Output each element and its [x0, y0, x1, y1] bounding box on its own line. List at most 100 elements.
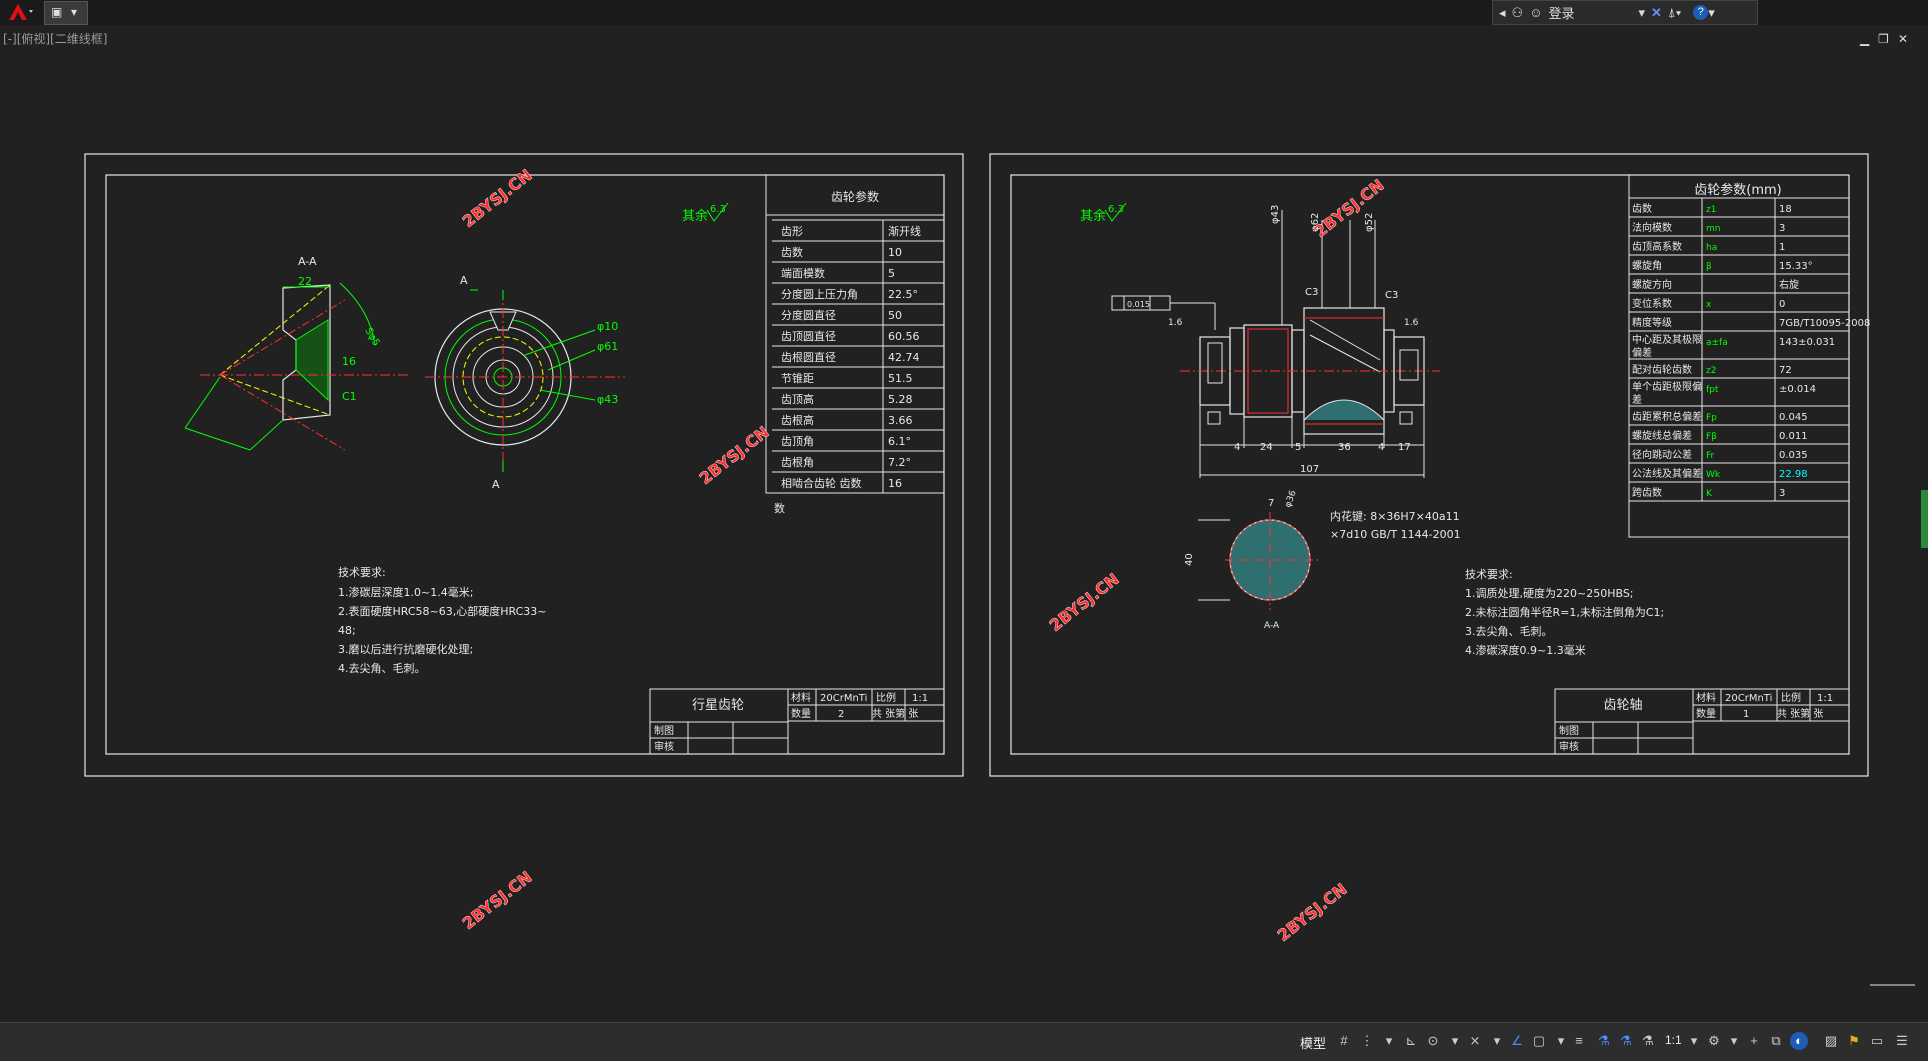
param-name: 齿顶高系数: [1632, 240, 1682, 253]
graphics-performance-icon[interactable]: ▨: [1822, 1032, 1840, 1050]
signin-button[interactable]: 登录: [1548, 3, 1574, 22]
param-name: 齿顶圆直径: [781, 329, 836, 343]
signin-dropdown-icon[interactable]: ▾: [1638, 5, 1645, 21]
shaft-dim: 1.6: [1168, 318, 1183, 328]
dropdown-icon[interactable]: ▾: [71, 5, 77, 19]
status-bar: 模型 # ⋮ ▾ ⊾ ⊙ ▾ ⨯ ▾ ∠ ▢ ▾ ≡ ⚗ ⚗ ⚗ 1:1 ▾ ⚙…: [0, 1022, 1928, 1061]
param-value: 22.98: [1779, 469, 1808, 480]
shaft-dim: φ43: [1270, 205, 1281, 224]
notification-icon[interactable]: ⚑: [1845, 1032, 1863, 1050]
drawn-label: 制图: [654, 724, 674, 737]
shaft-dim: 4: [1378, 442, 1384, 453]
annotation-scale-value[interactable]: 1:1: [1665, 1033, 1682, 1047]
param-symbol: β: [1706, 262, 1712, 272]
param-name: 端面模数: [781, 267, 825, 280]
application-menu-button[interactable]: [0, 0, 40, 24]
workspace-gear-icon[interactable]: ⚙: [1705, 1032, 1723, 1050]
param-table-title: 齿轮参数: [831, 189, 879, 204]
param-name: 齿顶角: [781, 435, 814, 448]
snap-dropdown-icon[interactable]: ▾: [1380, 1032, 1398, 1050]
scale-dropdown-icon[interactable]: ▾: [1685, 1032, 1703, 1050]
tech-req-line: 2.表面硬度HRC58~63,心部硬度HRC33~: [338, 604, 547, 618]
drawing-canvas[interactable]: 其余 6.3 A-A 22 16 C1 Sφ5 A A φ10 φ61 φ43 …: [0, 25, 1928, 1025]
gear-shaft-main-view: [1180, 210, 1440, 478]
snap-icon[interactable]: ⋮: [1358, 1032, 1376, 1050]
auto-scale-icon[interactable]: ⚗: [1617, 1032, 1635, 1050]
infocenter-bar: ◂ ⚇ ☺ 登录 ▾ ✕ ⍋▾ ? ▾: [1492, 0, 1758, 25]
polar-icon[interactable]: ⊙: [1424, 1032, 1442, 1050]
technical-requirements: 技术要求: 1.渗碳层深度1.0~1.4毫米; 2.表面硬度HRC58~63,心…: [338, 566, 547, 675]
param-symbol: z2: [1706, 366, 1716, 376]
param-value: 18: [1779, 204, 1792, 215]
param-symbol: mn: [1706, 224, 1720, 234]
param-symbol: Wk: [1706, 470, 1721, 480]
param-name: 齿根圆直径: [781, 350, 836, 364]
user-icon: ☺: [1529, 5, 1543, 20]
qty-label: 数量: [791, 707, 811, 720]
clean-screen-icon[interactable]: ▭: [1868, 1032, 1886, 1050]
qty-label: 数量: [1696, 707, 1716, 720]
ortho-icon[interactable]: ⊾: [1402, 1032, 1420, 1050]
drawing-sheet-planet-gear: 其余 6.3 A-A 22 16 C1 Sφ5 A A φ10 φ61 φ43 …: [84, 153, 964, 777]
param-symbol: ha: [1706, 243, 1717, 253]
isolate-objects-icon[interactable]: ⧉: [1767, 1032, 1785, 1050]
param-name: 法向模数: [1632, 221, 1672, 234]
param-symbol: z1: [1706, 205, 1716, 215]
exchange-apps-icon[interactable]: ✕: [1651, 5, 1662, 21]
param-value: 50: [888, 309, 902, 322]
grid-icon[interactable]: #: [1335, 1032, 1353, 1050]
osnap-icon[interactable]: ⨯: [1466, 1032, 1484, 1050]
quick-access-toolbar[interactable]: ▣ ▾: [44, 1, 88, 25]
help-button[interactable]: ? ▾: [1693, 5, 1715, 21]
watermark: 2BYSJ.CN: [1046, 569, 1123, 635]
param-value: 5.28: [888, 393, 913, 406]
param-name: 差: [1632, 393, 1642, 406]
watermark: 2BYSJ.CN: [696, 422, 773, 488]
param-value: 右旋: [1779, 278, 1799, 291]
polar-dropdown-icon[interactable]: ▾: [1446, 1032, 1464, 1050]
dimension-phi61: φ61: [597, 340, 618, 353]
param-name: 偏差: [1632, 346, 1652, 359]
param-symbol: a±fa: [1706, 338, 1728, 348]
param-symbol: Fβ: [1706, 432, 1717, 442]
param-name: 节锥距: [781, 372, 814, 385]
shaft-dim: C3: [1385, 290, 1398, 301]
scroll-left-icon[interactable]: ◂: [1499, 5, 1506, 21]
roughness-value: 6.3: [1108, 204, 1124, 215]
drawing-sheet-gear-shaft: 其余 6.3 0.015 4 24 5 36 4 17 107 φ43 φ62 …: [989, 153, 1870, 777]
binoculars-icon[interactable]: ⚇: [1512, 5, 1524, 21]
annotation-visibility-icon[interactable]: ⚗: [1595, 1032, 1613, 1050]
shaft-dim: 36: [1338, 442, 1351, 453]
dynamic-ucs-icon[interactable]: ∠: [1508, 1032, 1526, 1050]
param-value: 51.5: [888, 372, 913, 385]
cycling-dropdown-icon[interactable]: ▾: [1552, 1032, 1570, 1050]
osnap-dropdown-icon[interactable]: ▾: [1488, 1032, 1506, 1050]
shaft-dim: 107: [1300, 464, 1319, 475]
watermark: 2BYSJ.CN: [1311, 175, 1388, 241]
model-space-button[interactable]: 模型: [1300, 1033, 1326, 1052]
param-value: 0.045: [1779, 412, 1808, 423]
section-mark-top: A: [460, 274, 468, 287]
customization-menu-icon[interactable]: ☰: [1893, 1032, 1911, 1050]
annotation-scale-icon[interactable]: ⚗: [1639, 1032, 1657, 1050]
save-icon[interactable]: ▣: [51, 5, 62, 19]
selection-cycling-icon[interactable]: ▢: [1530, 1032, 1548, 1050]
param-name: 齿距累积总偏差: [1632, 410, 1702, 423]
section-label: A-A: [298, 255, 317, 268]
dimension-sphere: Sφ5: [362, 326, 381, 348]
param-name: 齿数: [781, 246, 803, 259]
lineweight-icon[interactable]: ≡: [1570, 1032, 1588, 1050]
hardware-acceleration-icon[interactable]: ◐: [1790, 1032, 1808, 1050]
param-value: 6.1°: [888, 435, 911, 448]
a360-icon[interactable]: ⍋▾: [1668, 5, 1681, 21]
param-name: 齿顶高: [781, 392, 814, 406]
part-name: 行星齿轮: [692, 698, 744, 713]
param-name: 变位系数: [1632, 297, 1672, 310]
scrollbar-indicator[interactable]: [1921, 490, 1928, 548]
plus-icon[interactable]: +: [1745, 1032, 1763, 1050]
param-value: 72: [1779, 365, 1792, 376]
workspace-dropdown-icon[interactable]: ▾: [1725, 1032, 1743, 1050]
param-value: 0: [1779, 299, 1785, 310]
param-value: 3.66: [888, 414, 913, 427]
param-name: 配对齿轮齿数: [1632, 363, 1692, 376]
